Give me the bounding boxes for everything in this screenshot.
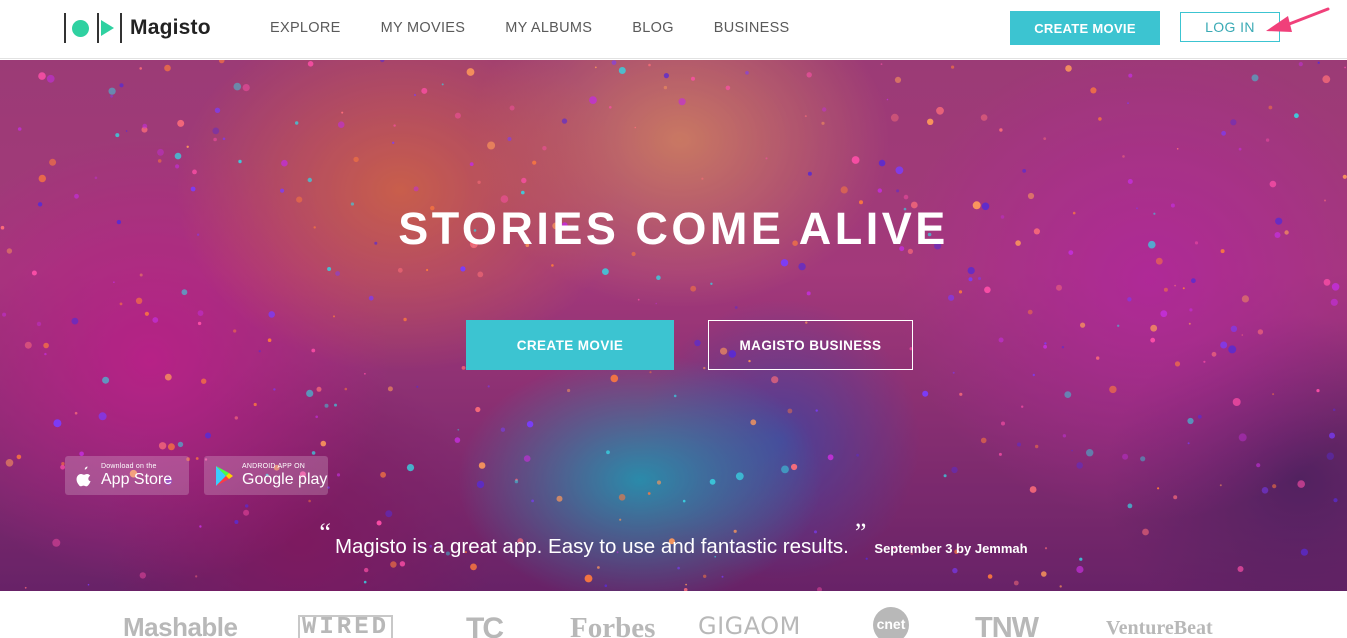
google-play-small-text: ANDROID APP ON xyxy=(242,463,305,470)
testimonial: “ Magisto is a great app. Easy to use an… xyxy=(0,518,1347,560)
google-play-icon xyxy=(216,465,233,486)
logo-bar-mid xyxy=(97,13,99,43)
press-logo-wired: WIRED xyxy=(298,615,394,638)
main-nav: EXPLORE MY MOVIES MY ALBUMS BLOG BUSINES… xyxy=(250,20,810,36)
testimonial-attribution: September 3 by Jemmah xyxy=(874,541,1028,556)
brand-name: Magisto xyxy=(130,16,211,39)
nav-explore[interactable]: EXPLORE xyxy=(250,20,361,36)
press-logo-cnet: cnet xyxy=(873,607,909,638)
nav-blog[interactable]: BLOG xyxy=(612,20,694,36)
press-logo-mashable: Mashable xyxy=(123,612,238,638)
hero-banner: STORIES COME ALIVE CREATE MOVIE MAGISTO … xyxy=(0,60,1347,591)
hero-magisto-business-button[interactable]: MAGISTO BUSINESS xyxy=(708,320,913,370)
press-logo-forbes: Forbes xyxy=(570,612,656,638)
app-store-big-text: App Store xyxy=(101,471,173,488)
press-logo-gigaom: GIGAOM xyxy=(698,612,801,638)
apple-icon xyxy=(76,466,91,486)
app-store-small-text: Download on the xyxy=(101,463,157,470)
nav-my-movies[interactable]: MY MOVIES xyxy=(361,20,486,36)
hero-title: STORIES COME ALIVE xyxy=(398,203,949,254)
press-logo-techcrunch: TC xyxy=(466,612,504,638)
nav-my-albums[interactable]: MY ALBUMS xyxy=(485,20,612,36)
testimonial-text: Magisto is a great app. Easy to use and … xyxy=(334,535,849,558)
press-logo-venturebeat: VentureBeat xyxy=(1106,617,1213,638)
open-quote-mark: “ xyxy=(319,518,331,547)
app-store-badge[interactable]: Download on the App Store xyxy=(65,456,189,495)
nav-business[interactable]: BUSINESS xyxy=(694,20,810,36)
logo-play-icon xyxy=(101,20,114,36)
hero-content: STORIES COME ALIVE CREATE MOVIE MAGISTO … xyxy=(0,60,1347,591)
press-logos-bar: Mashable WIRED TC Forbes GIGAOM cnet TNW… xyxy=(0,591,1347,638)
press-logo-tnw: TNW xyxy=(975,612,1039,638)
logo-bar-left xyxy=(64,13,66,43)
logo-bar-right xyxy=(120,13,122,43)
google-play-badge[interactable]: ANDROID APP ON Google play xyxy=(204,456,328,495)
hero-create-movie-button[interactable]: CREATE MOVIE xyxy=(466,320,674,370)
google-play-big-text: Google play xyxy=(242,471,328,488)
magisto-logo[interactable]: Magisto xyxy=(64,13,211,43)
logo-dot-icon xyxy=(72,19,89,37)
annotation-arrow-icon xyxy=(1266,7,1330,32)
top-header: Magisto EXPLORE MY MOVIES MY ALBUMS BLOG… xyxy=(0,0,1347,59)
create-movie-button[interactable]: CREATE MOVIE xyxy=(1010,11,1160,45)
close-quote-mark: ” xyxy=(854,518,867,547)
